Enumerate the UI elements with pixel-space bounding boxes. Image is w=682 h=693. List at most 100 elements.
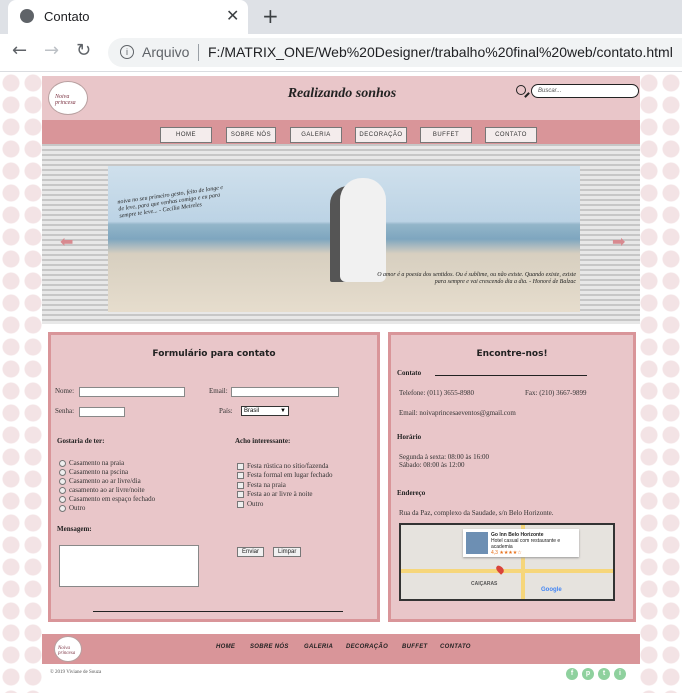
footer-logo-text: Noiva princesa	[58, 646, 76, 656]
tab-contato[interactable]: Contato ✕	[8, 0, 248, 34]
form-title: Formulário para contato	[152, 349, 276, 359]
nav-contato[interactable]: CONTATO	[485, 127, 537, 143]
embedded-map[interactable]: Go Inn Belo Horizonte Hotel casual com r…	[399, 523, 615, 601]
wish-title: Gostaria de ter:	[57, 437, 105, 445]
name-label: Nome:	[55, 387, 75, 395]
interest-option[interactable]: Festa rústica no sítio/fazenda	[237, 462, 328, 470]
checkbox[interactable]	[237, 500, 244, 508]
hero-quote-left: noiva no seu primeiro gesto, feito de lo…	[117, 184, 224, 220]
reload-button[interactable]: ↻	[76, 40, 91, 61]
tab-title: Contato	[44, 9, 90, 24]
address-separator	[198, 44, 199, 61]
checkbox[interactable]	[237, 462, 244, 470]
footer-nav-contato[interactable]: CONTATO	[440, 644, 471, 650]
couple-photo	[340, 178, 386, 282]
message-textarea[interactable]	[59, 545, 199, 587]
interest-option[interactable]: Festa formal em lugar fechado	[237, 471, 333, 479]
site-container: Noiva princesa Realizando sonhos Buscar.…	[42, 72, 640, 693]
site-footer: Noiva princesa HOME SOBRE NÓS GALERIA DE…	[42, 634, 640, 664]
wish-option[interactable]: Casamento ao ar livre/dia	[59, 477, 141, 485]
nav-buffet[interactable]: BUFFET	[420, 127, 472, 143]
nav-galeria[interactable]: GALERIA	[290, 127, 342, 143]
map-place-card[interactable]: Go Inn Belo Horizonte Hotel casual com r…	[463, 529, 579, 557]
browser-toolbar: ← → ↻ i Arquivo F:/MATRIX_ONE/Web%20Desi…	[0, 34, 682, 72]
form-divider	[93, 611, 343, 612]
contact-title: Encontre-nos!	[476, 349, 548, 359]
nav-home[interactable]: HOME	[160, 127, 212, 143]
wish-option[interactable]: Casamento na pscina	[59, 468, 128, 476]
interest-title: Acho interessante:	[235, 437, 291, 445]
address-text: Rua da Paz, complexo da Saudade, s/n Bel…	[399, 509, 554, 517]
site-logo[interactable]: Noiva princesa	[48, 81, 88, 115]
url-text[interactable]: F:/MATRIX_ONE/Web%20Designer/trabalho%20…	[208, 44, 673, 60]
radio-button[interactable]	[59, 468, 66, 476]
footer-nav-decoracao[interactable]: DECORAÇÃO	[346, 644, 388, 650]
google-logo: Google	[541, 587, 562, 593]
nav-decoracao[interactable]: DECORAÇÃO	[355, 127, 407, 143]
wish-option[interactable]: casamento ao ar livre/noite	[59, 486, 145, 494]
password-label: Senha:	[55, 407, 75, 415]
address-bar[interactable]: i Arquivo F:/MATRIX_ONE/Web%20Designer/t…	[108, 38, 682, 67]
checkbox[interactable]	[237, 481, 244, 489]
radio-button[interactable]	[59, 459, 66, 467]
info-icon[interactable]: i	[120, 45, 134, 59]
map-area-label: CAIÇARAS	[471, 581, 498, 587]
new-tab-button[interactable]: +	[262, 4, 279, 28]
email-label: Email:	[209, 387, 228, 395]
radio-button[interactable]	[59, 504, 66, 512]
facebook-icon[interactable]: f	[566, 668, 578, 680]
wish-option[interactable]: Casamento em espaço fechado	[59, 495, 155, 503]
map-road	[401, 569, 613, 573]
copyright-text: © 2019 Viviane de Souza	[50, 670, 102, 675]
password-field[interactable]	[79, 407, 125, 417]
pinterest-icon[interactable]: p	[582, 668, 594, 680]
contact-heading: Contato	[397, 369, 422, 377]
interest-option[interactable]: Outro	[237, 500, 263, 508]
country-label: País:	[219, 407, 233, 415]
globe-icon	[20, 9, 34, 23]
wish-option[interactable]: Casamento na praia	[59, 459, 124, 467]
twitter-icon[interactable]: t	[598, 668, 610, 680]
search-icon[interactable]	[516, 85, 526, 95]
send-button[interactable]: Enviar	[237, 547, 265, 557]
footer-nav-sobre-nos[interactable]: SOBRE NÓS	[250, 644, 289, 650]
hours-heading: Horário	[397, 433, 422, 441]
contact-info-box: Encontre-nos! Contato Telefone: (011) 36…	[387, 331, 637, 623]
back-button[interactable]: ←	[12, 40, 27, 61]
browser-tab-strip: Contato ✕ +	[0, 0, 682, 34]
map-place-rating: 4,3 ★★★★☆	[491, 550, 522, 556]
radio-button[interactable]	[59, 495, 66, 503]
hours-saturday: Sábado: 08:00 às 12:00	[399, 461, 465, 469]
name-field[interactable]	[79, 387, 185, 397]
interest-option[interactable]: Festa na praia	[237, 481, 286, 489]
file-scheme-label: Arquivo	[142, 44, 190, 60]
footer-logo[interactable]: Noiva princesa	[54, 636, 82, 662]
checkbox[interactable]	[237, 490, 244, 498]
slider-next-icon[interactable]: ➡	[612, 232, 625, 251]
nav-sobre-nos[interactable]: SOBRE NÓS	[226, 127, 276, 143]
close-icon[interactable]: ✕	[226, 6, 239, 25]
footer-nav-buffet[interactable]: BUFFET	[402, 644, 427, 650]
footer-nav-home[interactable]: HOME	[216, 644, 235, 650]
instagram-icon[interactable]: i	[614, 668, 626, 680]
search-input[interactable]: Buscar...	[531, 84, 639, 98]
phone-text: Telefone: (011) 3655-8980	[399, 389, 475, 397]
radio-button[interactable]	[59, 486, 66, 494]
checkbox[interactable]	[237, 471, 244, 479]
contact-heading-line	[435, 375, 587, 376]
address-heading: Endereço	[397, 489, 426, 497]
clear-button[interactable]: Limpar	[273, 547, 302, 557]
radio-button[interactable]	[59, 477, 66, 485]
hero-quote-right: O amor é a poesia dos sentidos. Ou é sub…	[377, 272, 576, 285]
email-field[interactable]	[231, 387, 339, 397]
interest-option[interactable]: Festa ao ar livre à noite	[237, 490, 313, 498]
footer-nav-galeria[interactable]: GALERIA	[304, 644, 333, 650]
contact-form-box: Formulário para contato Nome: Email: Sen…	[47, 331, 381, 623]
forward-button[interactable]: →	[44, 40, 59, 61]
chevron-down-icon: ▼	[280, 408, 286, 414]
map-pin-icon[interactable]	[494, 564, 506, 575]
country-select[interactable]: Brasil ▼	[241, 406, 289, 416]
wish-option[interactable]: Outro	[59, 504, 85, 512]
slider-prev-icon[interactable]: ⬅	[60, 232, 73, 251]
hotel-thumbnail	[466, 532, 488, 554]
